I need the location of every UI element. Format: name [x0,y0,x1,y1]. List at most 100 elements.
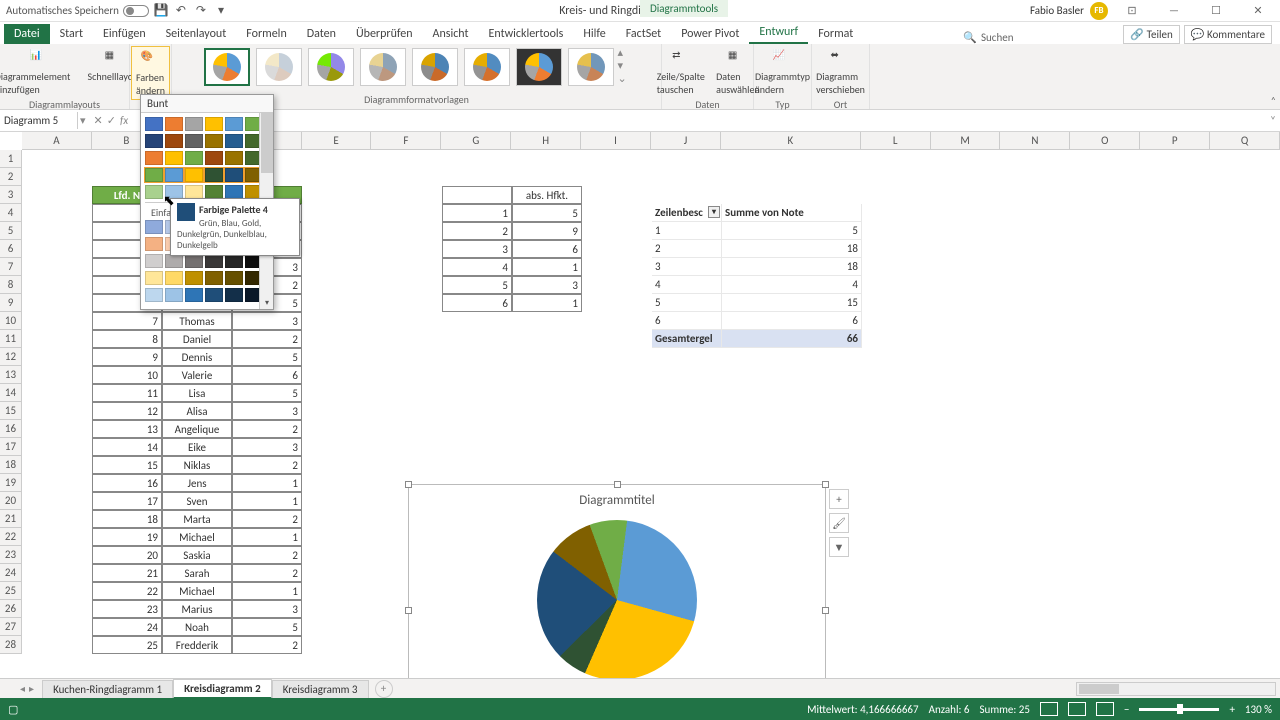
chart-styles-button[interactable]: 🖌 [829,513,849,533]
cell[interactable]: 19 [92,528,162,546]
cell[interactable]: 2 [232,564,302,582]
cell[interactable]: 4 [722,276,862,294]
row-header[interactable]: 4 [0,204,21,222]
cell[interactable]: 5 [232,384,302,402]
tab-ansicht[interactable]: Ansicht [423,24,479,44]
cell[interactable]: 2 [232,420,302,438]
tab-factset[interactable]: FactSet [616,24,671,44]
tab-powerpivot[interactable]: Power Pivot [671,24,749,44]
cell[interactable]: 2 [232,510,302,528]
row-header[interactable]: 8 [0,276,21,294]
cell[interactable]: 6 [652,312,722,330]
styles-up-icon[interactable]: ▴ [618,46,632,59]
cell[interactable]: Eike [162,438,232,456]
color-swatch[interactable] [145,168,163,182]
cell[interactable]: 18 [92,510,162,528]
column-header[interactable]: F [371,132,441,149]
row-header[interactable]: 11 [0,330,21,348]
cell[interactable]: 3 [232,402,302,420]
change-colors-button[interactable]: 🎨Farben ändern [131,46,170,100]
column-header[interactable]: P [1140,132,1210,149]
cell[interactable]: 22 [92,582,162,600]
sheet-nav-last-icon[interactable]: ▸ [29,682,34,695]
tell-me-search[interactable]: 🔍 Suchen [963,31,1023,44]
color-swatch[interactable] [145,117,163,131]
cell[interactable]: 15 [722,294,862,312]
cell[interactable]: 18 [722,258,862,276]
color-swatch[interactable] [225,271,243,285]
chart-style-4[interactable] [360,48,406,86]
row-header[interactable]: 16 [0,420,21,438]
color-swatch[interactable] [165,271,183,285]
column-header[interactable]: A [22,132,92,149]
switch-row-col-button[interactable]: ⇄Zeile/Spalte tauschen [653,46,712,98]
color-swatch[interactable] [205,117,223,131]
cell[interactable]: 5 [232,618,302,636]
color-swatch[interactable] [205,254,223,268]
cell[interactable]: 13 [92,420,162,438]
cell[interactable]: 2 [232,330,302,348]
cell[interactable]: 3 [442,240,512,258]
color-swatch[interactable] [225,185,243,199]
row-header[interactable]: 6 [0,240,21,258]
cell[interactable]: 3 [232,438,302,456]
color-swatch[interactable] [205,168,223,182]
color-swatch[interactable] [225,254,243,268]
cell[interactable]: 12 [92,402,162,420]
column-header[interactable]: Q [1210,132,1280,149]
resize-handle[interactable] [405,481,412,488]
chart-style-8[interactable] [568,48,614,86]
tab-daten[interactable]: Daten [297,24,346,44]
column-header[interactable]: M [931,132,1001,149]
color-swatch[interactable] [145,185,163,199]
column-header[interactable]: I [581,132,651,149]
formula-input[interactable] [134,119,1266,123]
color-swatch[interactable] [165,185,183,199]
color-swatch[interactable] [145,134,163,148]
tab-datei[interactable]: Datei [4,24,50,44]
row-header[interactable]: 19 [0,474,21,492]
cell[interactable]: Zeilenbesc▾ [652,204,722,222]
row-header[interactable]: 3 [0,186,21,204]
palette-row[interactable] [145,151,269,165]
normal-view-icon[interactable] [1040,702,1058,716]
cell[interactable]: 3 [232,312,302,330]
row-header[interactable]: 17 [0,438,21,456]
cell[interactable]: Gesamtergel [652,330,722,348]
color-swatch[interactable] [205,271,223,285]
row-header[interactable]: 18 [0,456,21,474]
cell[interactable]: Michael [162,528,232,546]
tab-seitenlayout[interactable]: Seitenlayout [156,24,237,44]
cell[interactable]: 1 [232,582,302,600]
cell[interactable]: 2 [232,546,302,564]
cell[interactable]: 15 [92,456,162,474]
color-swatch[interactable] [145,288,163,302]
row-header[interactable]: 15 [0,402,21,420]
cell[interactable]: 21 [92,564,162,582]
name-box[interactable]: Diagramm 5 [0,112,78,129]
cell[interactable]: 5 [442,276,512,294]
row-header[interactable]: 27 [0,618,21,636]
cell[interactable]: 1 [232,528,302,546]
cell[interactable]: 16 [92,474,162,492]
horizontal-scrollbar[interactable] [1076,682,1276,696]
tab-entwicklertools[interactable]: Entwicklertools [479,24,574,44]
scroll-thumb[interactable] [261,113,273,173]
color-swatch[interactable] [165,117,183,131]
tab-hilfe[interactable]: Hilfe [573,24,615,44]
row-header[interactable]: 2 [0,168,21,186]
cell[interactable]: 1 [512,294,582,312]
row-header[interactable]: 7 [0,258,21,276]
color-swatch[interactable] [205,134,223,148]
color-swatch[interactable] [205,288,223,302]
cell[interactable]: 1 [232,492,302,510]
column-header[interactable]: E [302,132,372,149]
sheet-tab[interactable]: Kreisdiagramm 3 [272,680,369,698]
row-header[interactable]: 22 [0,528,21,546]
enter-formula-icon[interactable]: ✓ [107,114,116,127]
color-swatch[interactable] [165,134,183,148]
cell[interactable]: 2 [652,240,722,258]
row-header[interactable]: 14 [0,384,21,402]
cell[interactable]: Michael [162,582,232,600]
cell[interactable]: 3 [512,276,582,294]
